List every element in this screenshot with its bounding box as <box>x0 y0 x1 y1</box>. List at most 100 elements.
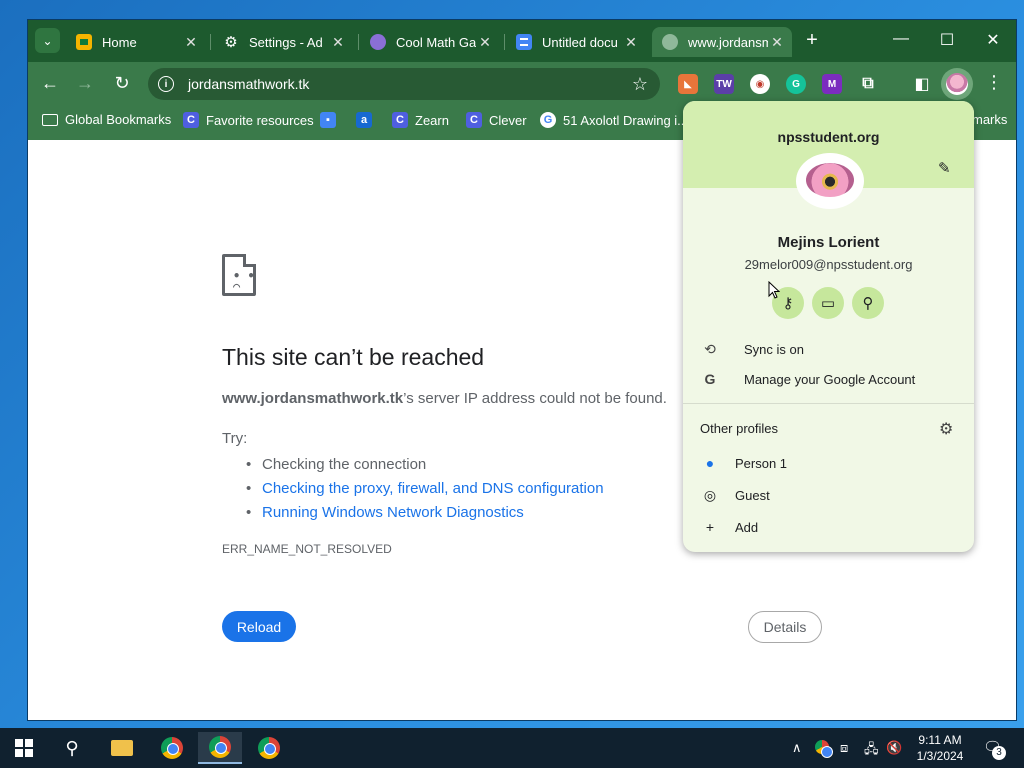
grammarly-icon[interactable]: G <box>786 74 806 94</box>
address-bar[interactable]: i jordansmathwork.tk ☆ <box>148 68 660 100</box>
extension-icon[interactable]: M <box>822 74 842 94</box>
proxy-settings-link[interactable]: Checking the proxy, firewall, and DNS co… <box>242 477 604 501</box>
guest-icon: ◎ <box>703 487 717 503</box>
maximize-button[interactable]: ☐ <box>932 30 962 50</box>
close-icon[interactable]: ✕ <box>329 34 347 51</box>
extension-icon[interactable]: TW <box>714 74 734 94</box>
classroom-icon <box>76 34 92 50</box>
profile-guest[interactable]: ◎ Guest <box>700 487 770 504</box>
bookmark-label: Clever <box>489 112 527 128</box>
bookmark-aa[interactable]: a <box>356 112 379 128</box>
toolbar: ← → ↻ i jordansmathwork.tk ☆ ◣ TW ◉ G M … <box>28 62 1016 104</box>
bookmark-label: Favorite resources <box>206 112 314 128</box>
forward-button[interactable]: → <box>74 72 96 94</box>
profile-person-1[interactable]: ● Person 1 <box>700 455 787 471</box>
info-icon[interactable]: i <box>158 76 174 92</box>
credit-card-icon[interactable]: ▭ <box>812 287 844 319</box>
docs-icon <box>516 34 532 50</box>
chrome-taskbar-button[interactable] <box>247 732 291 764</box>
volume-muted-icon[interactable]: 🔇 <box>886 740 902 756</box>
search-icon[interactable]: ⚲ <box>50 732 94 764</box>
url-text[interactable]: jordansmathwork.tk <box>188 76 632 92</box>
tab-active[interactable]: www.jordansm ✕ <box>652 27 792 57</box>
list-item: Checking the connection <box>242 453 604 477</box>
tab-home[interactable]: Home ✕ <box>66 27 206 57</box>
profile-add[interactable]: + Add <box>700 519 758 535</box>
chrome-taskbar-button-active[interactable] <box>198 732 242 764</box>
close-icon[interactable]: ✕ <box>622 34 640 51</box>
close-icon[interactable]: ✕ <box>768 34 786 51</box>
tab-docs[interactable]: Untitled docu ✕ <box>506 27 646 57</box>
details-button[interactable]: Details <box>748 611 822 643</box>
tab-strip: ⌄ Home ✕ ⚙ Settings - Ad ✕ Cool Math Ga … <box>28 20 1016 62</box>
network-diagnostics-link[interactable]: Running Windows Network Diagnostics <box>242 501 604 525</box>
back-button[interactable]: ← <box>39 72 61 94</box>
network-icon[interactable]: 🖧 <box>864 740 879 762</box>
error-description: www.jordansmathwork.tk’s server IP addre… <box>222 390 667 407</box>
try-label: Try: <box>222 430 248 447</box>
clock-time: 9:11 AM <box>918 733 962 747</box>
star-icon[interactable]: ☆ <box>632 74 648 95</box>
plus-icon: + <box>705 519 715 535</box>
file-explorer-button[interactable] <box>100 732 144 764</box>
tab-search-button[interactable]: ⌄ <box>35 28 60 53</box>
profile-email: 29melor009@npsstudent.org <box>744 257 913 272</box>
sync-label: Sync is on <box>744 342 804 357</box>
error-description-text: ’s server IP address could not be found. <box>403 390 667 407</box>
bookmark-global[interactable]: Global Bookmarks <box>42 112 171 127</box>
sad-document-icon: • • ⌒ <box>222 254 256 296</box>
tray-app-icon[interactable]: ⧈ <box>840 740 848 756</box>
bookmark-axolotl[interactable]: G 51 Axolotl Drawing i... <box>540 112 688 128</box>
side-panel-icon[interactable]: ◧ <box>912 74 932 94</box>
puzzle-icon[interactable]: ⧉ <box>858 74 878 94</box>
coolmath-icon <box>370 34 386 50</box>
sync-row[interactable]: ⟲ Sync is on <box>700 341 804 358</box>
tab-label: www.jordansm <box>688 34 768 50</box>
tab-settings[interactable]: ⚙ Settings - Ad ✕ <box>213 27 353 57</box>
extension-icon[interactable]: ◉ <box>750 74 770 94</box>
chrome-icon <box>161 737 183 759</box>
reload-icon[interactable]: ↻ <box>111 72 133 94</box>
extension-icon[interactable]: ◣ <box>678 74 698 94</box>
divider <box>683 403 974 404</box>
tab-separator <box>504 34 505 50</box>
bookmark-label: 51 Axolotl Drawing i... <box>563 112 689 128</box>
bookmark-clever[interactable]: C Clever <box>466 112 527 128</box>
chrome-tray-icon[interactable] <box>815 740 833 758</box>
start-button[interactable] <box>2 732 46 764</box>
gear-icon[interactable]: ⚙ <box>939 419 953 439</box>
minimize-button[interactable]: — <box>886 30 916 48</box>
profile-button[interactable] <box>941 68 973 100</box>
kebab-menu-icon[interactable]: ⋮ <box>985 72 1003 93</box>
clever-icon: C <box>183 112 199 128</box>
profile-label: Person 1 <box>735 455 788 471</box>
bookmark-portrait[interactable]: ▪ <box>320 112 343 128</box>
profile-menu: npsstudent.org ✎ Mejins Lorient 29melor0… <box>683 101 974 552</box>
close-icon[interactable]: ✕ <box>182 34 200 51</box>
pencil-icon[interactable]: ✎ <box>938 159 951 177</box>
tab-coolmath[interactable]: Cool Math Ga ✕ <box>360 27 500 57</box>
clock[interactable]: 9:11 AM 1/3/2024 <box>905 732 975 764</box>
close-icon[interactable]: ✕ <box>476 34 494 51</box>
tab-separator <box>210 34 211 50</box>
reload-button[interactable]: Reload <box>222 611 296 642</box>
bookmark-zearn[interactable]: C Zearn <box>392 112 449 128</box>
location-pin-icon[interactable]: ⚲ <box>852 287 884 319</box>
chevron-up-icon[interactable]: ∧ <box>792 740 802 756</box>
close-window-button[interactable]: ✕ <box>978 30 1008 50</box>
gear-icon: ⚙ <box>224 34 238 51</box>
tab-label: Settings - Ad <box>249 34 323 50</box>
profile-label: Add <box>735 519 759 535</box>
profile-name: Mejins Lorient <box>777 234 880 251</box>
bookmark-favorites[interactable]: C Favorite resources <box>183 112 314 128</box>
chrome-taskbar-button[interactable] <box>150 732 194 764</box>
avatar <box>796 153 864 209</box>
bookmark-all[interactable]: marks <box>972 112 1007 127</box>
bookmark-label: marks <box>972 112 1008 127</box>
suggestion-list: Checking the connection Checking the pro… <box>242 453 604 525</box>
bookmark-label: Global Bookmarks <box>65 112 172 127</box>
manage-account-row[interactable]: G Manage your Google Account <box>700 371 916 387</box>
globe-icon <box>662 34 678 50</box>
avatar <box>946 73 968 95</box>
new-tab-button[interactable]: + <box>801 30 823 52</box>
